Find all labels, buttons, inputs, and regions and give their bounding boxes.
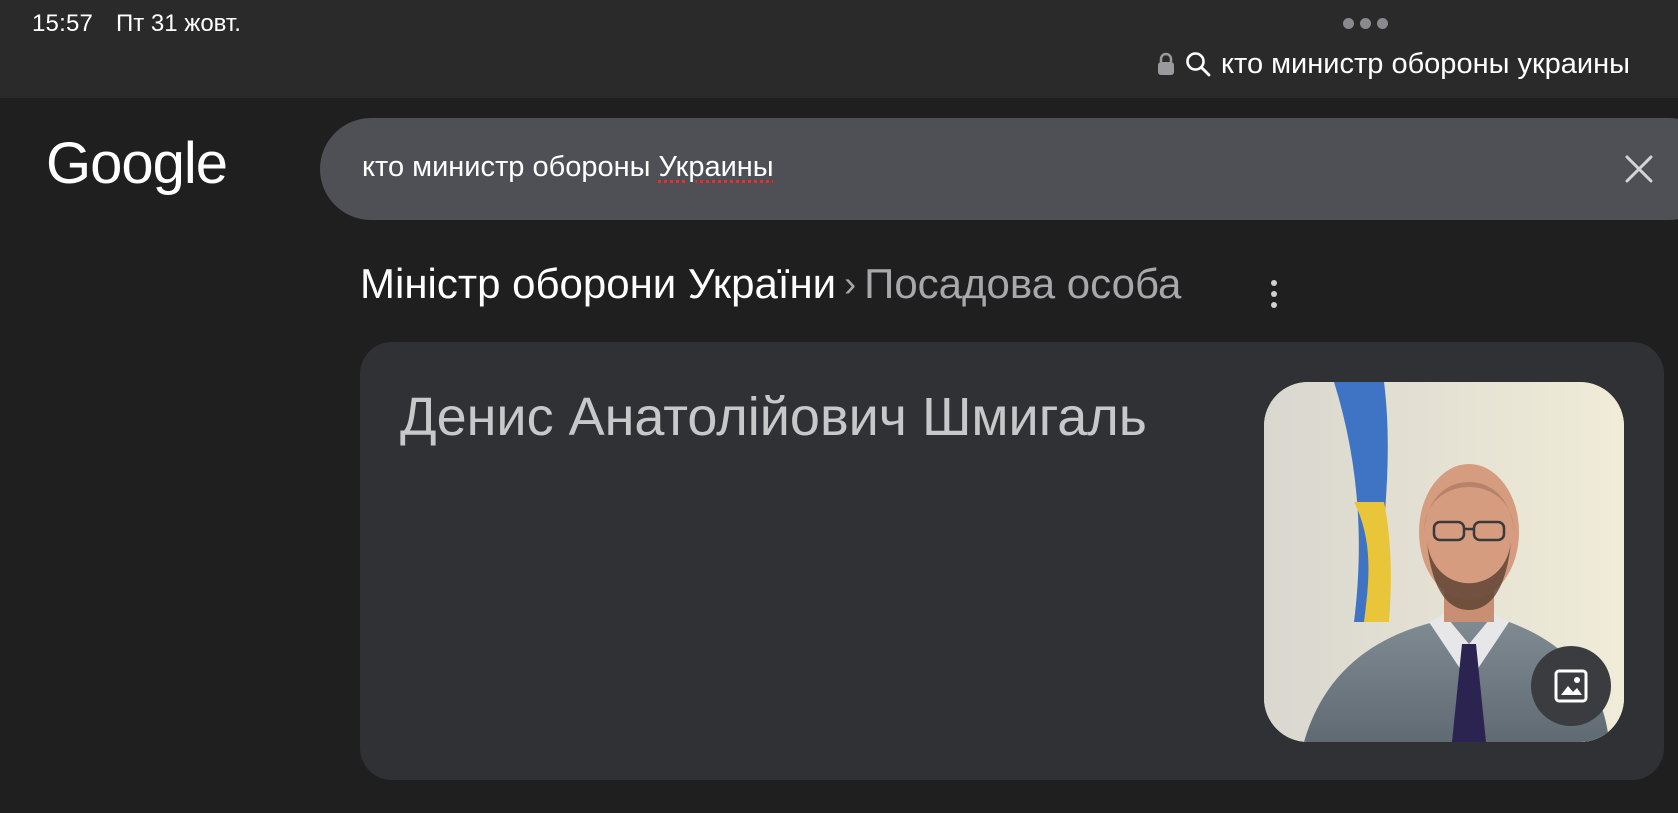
person-name[interactable]: Денис Анатолійович Шмигаль <box>400 386 1147 448</box>
lock-icon <box>1157 52 1174 75</box>
address-bar[interactable]: кто министр обороны украины <box>1157 46 1630 82</box>
misspelled-word: Украины <box>658 151 774 183</box>
breadcrumb: Міністр оборони України › Посадова особа <box>360 260 1181 308</box>
multitasking-dots[interactable] <box>1343 18 1388 29</box>
knowledge-card: Денис Анатолійович Шмигаль <box>360 342 1664 780</box>
google-logo[interactable]: Google <box>46 130 228 197</box>
search-input[interactable]: кто министр обороны Украины <box>320 118 1678 220</box>
search-query-prefix: кто министр обороны <box>362 151 659 183</box>
search-icon <box>1186 52 1211 77</box>
image-icon <box>1554 669 1588 703</box>
close-icon <box>1625 155 1653 183</box>
breadcrumb-sub: Посадова особа <box>864 260 1182 307</box>
status-time: 15:57 <box>32 10 94 37</box>
breadcrumb-separator: › <box>844 263 857 304</box>
image-search-button[interactable] <box>1531 646 1611 726</box>
url-query-text: кто министр обороны украины <box>1220 47 1630 80</box>
status-bar: 15:57 Пт 31 жовт. кто министр обороны ук… <box>0 0 1678 98</box>
breadcrumb-main[interactable]: Міністр оборони України <box>360 260 836 308</box>
status-date: Пт 31 жовт. <box>116 10 241 37</box>
search-query-text[interactable]: кто министр обороны Украины <box>362 151 774 184</box>
more-vert-icon[interactable] <box>1262 274 1286 314</box>
search-results-page: Google кто министр обороны Украины Мініс… <box>0 98 1678 813</box>
clear-search-button[interactable] <box>1620 150 1658 188</box>
person-photo[interactable] <box>1264 382 1624 742</box>
